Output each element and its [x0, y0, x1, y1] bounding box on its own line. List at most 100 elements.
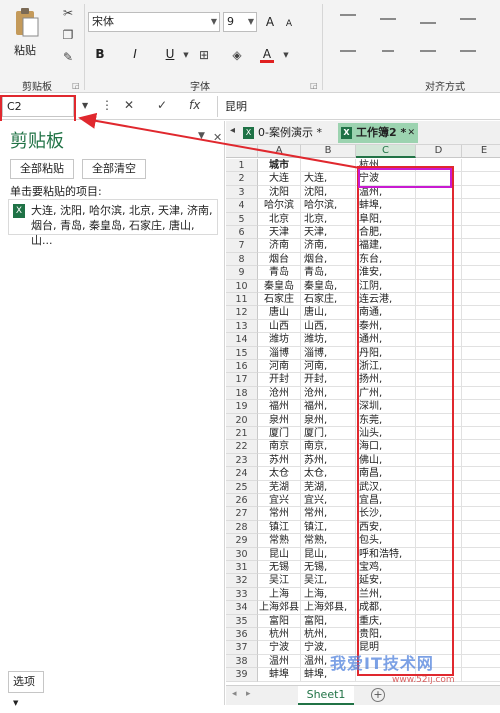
cell-a16[interactable]: 河南 [258, 360, 301, 374]
row-header[interactable]: 29 [226, 534, 258, 548]
cell-a26[interactable]: 宜兴 [258, 494, 301, 508]
cell-b5[interactable]: 北京, [301, 212, 356, 226]
cell-c12[interactable]: 南通, [356, 306, 416, 320]
underline-button[interactable]: U [162, 45, 178, 63]
pane-options-icon[interactable]: ▼ [198, 131, 205, 141]
insert-function-icon[interactable]: fx [189, 98, 200, 112]
cell-e32[interactable] [462, 574, 500, 588]
cell-e39[interactable] [462, 668, 500, 682]
cell-b27[interactable]: 常州, [301, 507, 356, 521]
cell-a15[interactable]: 淄博 [258, 346, 301, 360]
cell-c24[interactable]: 南昌, [356, 467, 416, 481]
cell-a8[interactable]: 烟台 [258, 252, 301, 267]
cell-d5[interactable] [416, 212, 462, 226]
shrink-font-button[interactable]: A [283, 15, 295, 33]
cell-e25[interactable] [462, 481, 500, 494]
cell-a23[interactable]: 苏州 [258, 453, 301, 468]
indent-icon[interactable] [460, 50, 476, 52]
add-sheet-icon[interactable]: + [371, 688, 385, 702]
cell-b26[interactable]: 宜兴, [301, 494, 356, 508]
cell-d13[interactable] [416, 319, 462, 334]
cell-c18[interactable]: 广州, [356, 386, 416, 401]
cell-d1[interactable] [416, 159, 462, 173]
cell-d11[interactable] [416, 293, 462, 307]
cell-a14[interactable]: 潍坊 [258, 333, 301, 347]
scroll-left-icon[interactable]: ◂ [232, 689, 237, 699]
column-header-e[interactable]: E [462, 145, 500, 158]
spreadsheet-grid[interactable]: ABCDE 1 城市 杭州, 2 大连 大连, 宁波 3 沈阳 沈阳, 温州, 4 哈尔滨 哈尔滨, 蚌埠,… [226, 145, 500, 685]
workbook-tab[interactable]: X 0-案例演示 * [240, 123, 336, 143]
cell-c9[interactable]: 淮安, [356, 266, 416, 280]
row-header[interactable]: 1 [226, 159, 258, 173]
cell-c1[interactable]: 杭州, [356, 159, 416, 173]
cell-d14[interactable] [416, 333, 462, 347]
cell-d6[interactable] [416, 226, 462, 240]
cell-d16[interactable] [416, 360, 462, 374]
cell-e4[interactable] [462, 199, 500, 213]
cell-d32[interactable] [416, 574, 462, 588]
paste-all-button[interactable]: 全部粘贴 [10, 159, 74, 179]
cell-e26[interactable] [462, 494, 500, 508]
cell-c29[interactable]: 包头, [356, 534, 416, 548]
cell-c30[interactable]: 呼和浩特, [356, 547, 416, 561]
cell-a30[interactable]: 昆山 [258, 547, 301, 561]
cell-a31[interactable]: 无锡 [258, 561, 301, 575]
row-header[interactable]: 5 [226, 212, 258, 226]
cell-e36[interactable] [462, 628, 500, 642]
cell-d35[interactable] [416, 614, 462, 628]
cell-c4[interactable]: 蚌埠, [356, 199, 416, 213]
row-header[interactable]: 6 [226, 226, 258, 240]
row-header[interactable]: 30 [226, 547, 258, 561]
cell-e12[interactable] [462, 306, 500, 320]
cell-b32[interactable]: 吴江, [301, 574, 356, 588]
clipboard-dialog-launcher-icon[interactable]: ◲ [72, 81, 80, 90]
cell-d26[interactable] [416, 494, 462, 508]
chevron-left-icon[interactable]: ◂ [230, 125, 235, 136]
cell-a29[interactable]: 常熟 [258, 534, 301, 548]
row-header[interactable]: 27 [226, 507, 258, 521]
cell-d25[interactable] [416, 480, 462, 494]
cell-b35[interactable]: 富阳, [301, 614, 356, 628]
cell-d20[interactable] [416, 413, 462, 427]
cell-b33[interactable]: 上海, [301, 587, 356, 602]
sheet-tab[interactable]: Sheet1 [298, 686, 354, 705]
cell-e7[interactable] [462, 239, 500, 253]
cell-a32[interactable]: 吴江 [258, 574, 301, 588]
align-top-icon[interactable] [340, 14, 356, 16]
cell-a37[interactable]: 宁波 [258, 641, 301, 655]
row-header[interactable]: 35 [226, 614, 258, 628]
cell-e8[interactable] [462, 253, 500, 267]
cell-a21[interactable]: 厦门 [258, 427, 301, 441]
cell-b13[interactable]: 山西, [301, 319, 356, 334]
row-header[interactable]: 2 [226, 172, 258, 186]
chevron-down-icon[interactable]: ▼ [278, 48, 294, 62]
bold-button[interactable]: B [92, 45, 108, 63]
cell-c23[interactable]: 佛山, [356, 453, 416, 468]
cut-icon[interactable]: ✂ [60, 6, 76, 20]
cell-b10[interactable]: 秦皇岛, [301, 279, 356, 293]
cell-c17[interactable]: 扬州, [356, 373, 416, 387]
cell-a11[interactable]: 石家庄 [258, 293, 301, 307]
cell-e10[interactable] [462, 280, 500, 293]
cell-b19[interactable]: 福州, [301, 400, 356, 414]
cell-d31[interactable] [416, 561, 462, 575]
cell-c11[interactable]: 连云港, [356, 293, 416, 307]
align-left-icon[interactable] [340, 50, 356, 52]
cell-e28[interactable] [462, 521, 500, 535]
row-header[interactable]: 4 [226, 199, 258, 213]
cell-d27[interactable] [416, 507, 462, 521]
cell-b16[interactable]: 河南, [301, 360, 356, 374]
cell-e33[interactable] [462, 588, 500, 602]
close-tab-icon[interactable]: ✕ [407, 123, 415, 143]
cell-d34[interactable] [416, 601, 462, 615]
row-header[interactable]: 19 [226, 400, 258, 414]
cell-c28[interactable]: 西安, [356, 520, 416, 535]
cell-e35[interactable] [462, 615, 500, 628]
cell-d30[interactable] [416, 547, 462, 561]
cancel-icon[interactable]: ✕ [124, 98, 134, 112]
cell-d8[interactable] [416, 252, 462, 267]
row-header[interactable]: 7 [226, 239, 258, 253]
row-header[interactable]: 25 [226, 480, 258, 494]
cell-d29[interactable] [416, 534, 462, 548]
cell-e18[interactable] [462, 387, 500, 401]
